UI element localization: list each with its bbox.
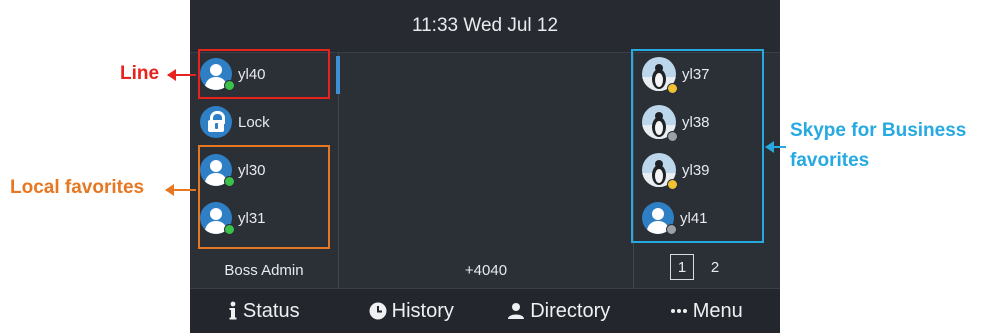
- lock-key[interactable]: Lock: [200, 102, 270, 142]
- local-favorites-annotation-box: [198, 145, 330, 249]
- directory-softkey[interactable]: Directory: [485, 289, 633, 333]
- page-indicator: 1 2: [670, 254, 726, 280]
- page-1-button[interactable]: 1: [670, 254, 694, 280]
- menu-softkey[interactable]: Menu: [633, 289, 781, 333]
- local-favorites-annotation-label: Local favorites: [10, 177, 145, 198]
- directory-softkey-label: Directory: [530, 299, 611, 322]
- line-annotation-arrow-icon: [167, 69, 196, 81]
- account-name: Boss Admin: [224, 261, 304, 279]
- status-softkey-label: Status: [242, 299, 300, 322]
- more-dots-icon: [670, 308, 688, 314]
- skype-favorites-arrow-icon: [765, 141, 786, 153]
- skype-favorites-annotation-label-line1: Skype for Business: [790, 120, 967, 141]
- skype-favorites-annotation-label-line2: favorites: [790, 150, 870, 171]
- datetime: 11:33 Wed Jul 12: [411, 15, 559, 36]
- line-annotation-label: Line: [120, 63, 160, 84]
- local-favorites-arrow-icon: [165, 184, 196, 196]
- status-bar: 11:33 Wed Jul 12: [190, 0, 780, 53]
- lock-key-label: Lock: [238, 113, 270, 131]
- menu-softkey-label: Menu: [692, 299, 743, 322]
- status-softkey[interactable]: Status: [190, 289, 338, 333]
- page-2-button[interactable]: 2: [704, 255, 726, 279]
- person-icon: [507, 302, 525, 320]
- lock-icon: [200, 106, 232, 138]
- info-icon: [228, 301, 238, 321]
- idle-area: +4040: [339, 52, 634, 288]
- clock-icon: [369, 302, 387, 320]
- softkey-bar: Status History Directory Menu: [190, 288, 780, 333]
- skype-favorites-annotation-box: [631, 49, 764, 243]
- phone-number: +4040: [464, 261, 508, 279]
- history-softkey-label: History: [391, 299, 454, 322]
- line-annotation-box: [198, 49, 330, 99]
- history-softkey[interactable]: History: [338, 289, 486, 333]
